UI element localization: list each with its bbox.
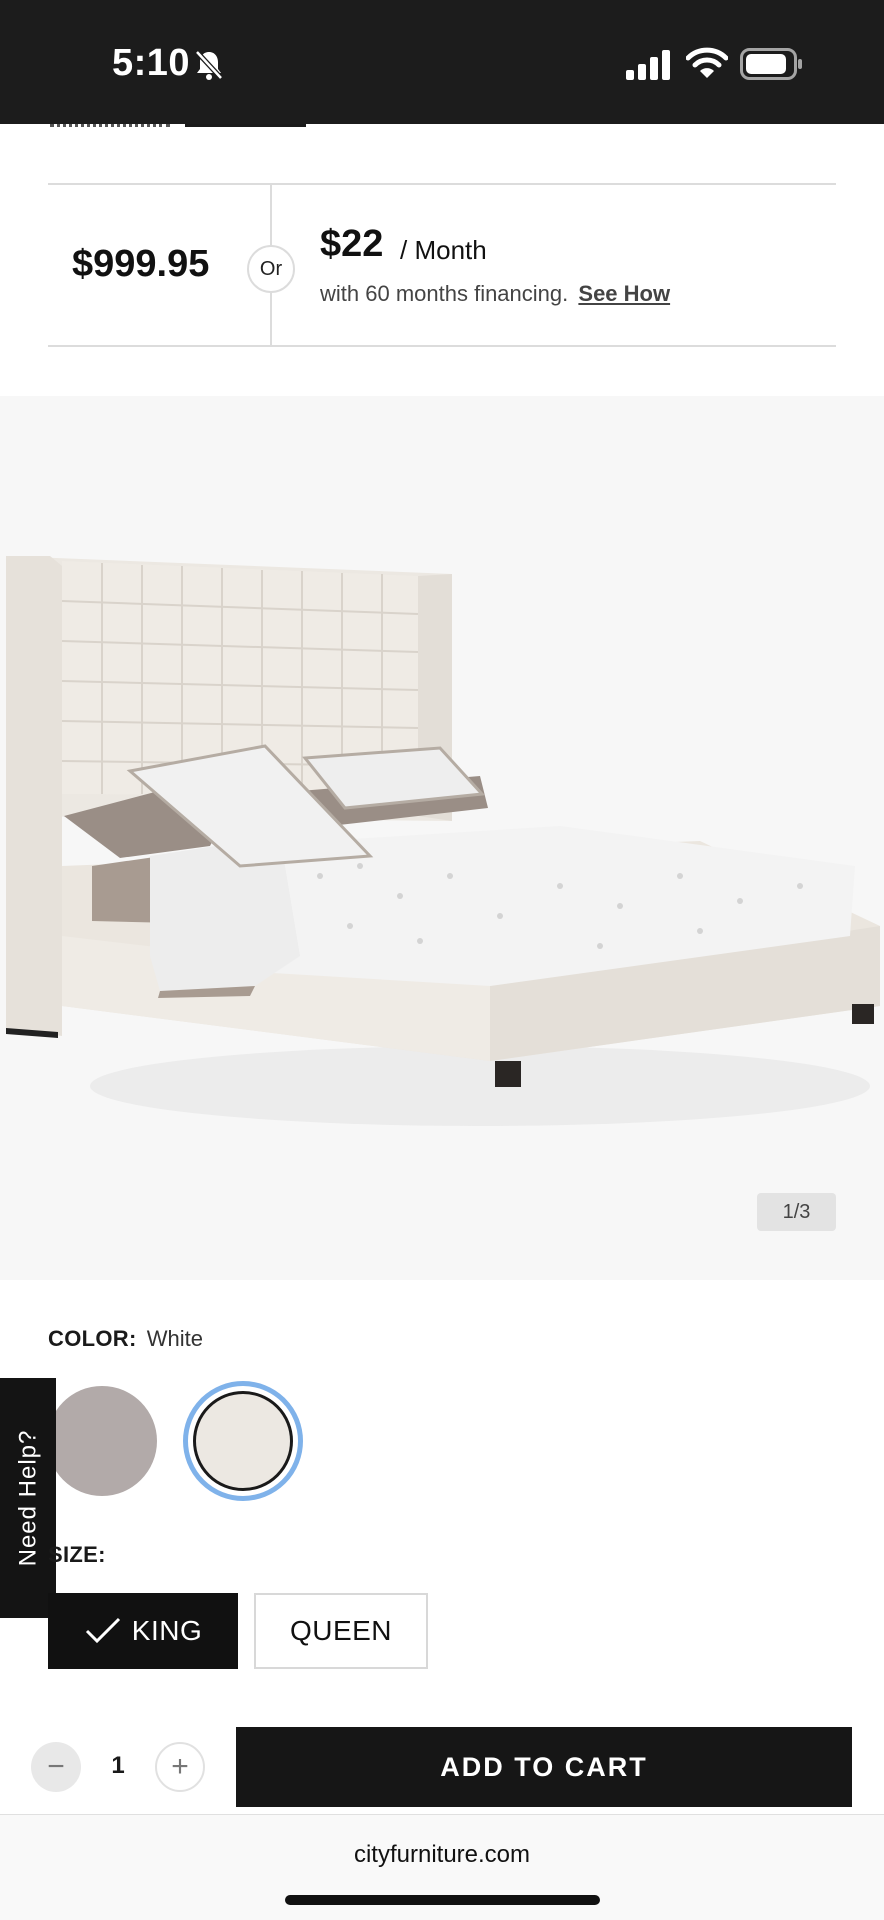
quantity-value: 1 — [111, 1752, 125, 1779]
size-option-queen[interactable]: QUEEN — [254, 1593, 428, 1669]
quantity-increase-button[interactable]: + — [155, 1742, 205, 1792]
monthly-period: / Month — [400, 235, 487, 265]
size-label: SIZE: — [48, 1542, 106, 1567]
color-swatch-white-selected[interactable] — [183, 1381, 303, 1501]
add-to-cart-button[interactable]: ADD TO CART — [236, 1727, 852, 1807]
size-option-queen-label: QUEEN — [289, 1615, 393, 1646]
color-label: COLOR: White — [48, 1326, 203, 1352]
reviews-link-underline — [185, 124, 306, 127]
or-badge: Or — [247, 245, 295, 293]
color-label-key: COLOR: — [48, 1326, 137, 1351]
color-swatch-white — [193, 1391, 293, 1491]
url-text[interactable]: cityfurniture.com — [0, 1841, 884, 1869]
financing-text: with 60 months financing. — [320, 281, 569, 306]
financing-terms: with 60 months financing. See How — [320, 281, 670, 307]
monthly-amount: $22 — [320, 223, 384, 265]
color-selected-value: White — [146, 1326, 203, 1351]
status-time: 5:10 — [112, 42, 191, 84]
header-remnant — [0, 124, 884, 184]
browser-address-bar[interactable]: cityfurniture.com — [0, 1814, 884, 1920]
home-indicator[interactable] — [285, 1895, 600, 1905]
price-box: $999.95 Or $22 / Month with 60 months fi… — [48, 183, 836, 347]
color-swatch-gray[interactable] — [47, 1386, 157, 1496]
need-help-label: Need Help? — [14, 1429, 41, 1567]
battery-icon — [740, 48, 802, 80]
bed-product-image[interactable] — [0, 396, 884, 1280]
checkmark-icon — [85, 1617, 120, 1644]
signal-icon — [626, 50, 670, 80]
need-help-tab[interactable]: Need Help? — [0, 1378, 56, 1618]
see-how-link[interactable]: See How — [578, 281, 670, 306]
product-gallery[interactable]: 1/3 — [0, 396, 884, 1280]
product-price: $999.95 — [72, 243, 210, 285]
rating-stars-remnant — [50, 124, 170, 128]
status-bar: 5:10 — [0, 0, 884, 124]
size-option-king[interactable]: KING — [48, 1593, 238, 1669]
quantity-decrease-button[interactable]: − — [31, 1742, 81, 1792]
image-counter: 1/3 — [757, 1193, 836, 1231]
wifi-icon — [686, 47, 728, 78]
bell-slash-icon — [195, 50, 223, 80]
size-option-king-label: KING — [131, 1615, 203, 1646]
